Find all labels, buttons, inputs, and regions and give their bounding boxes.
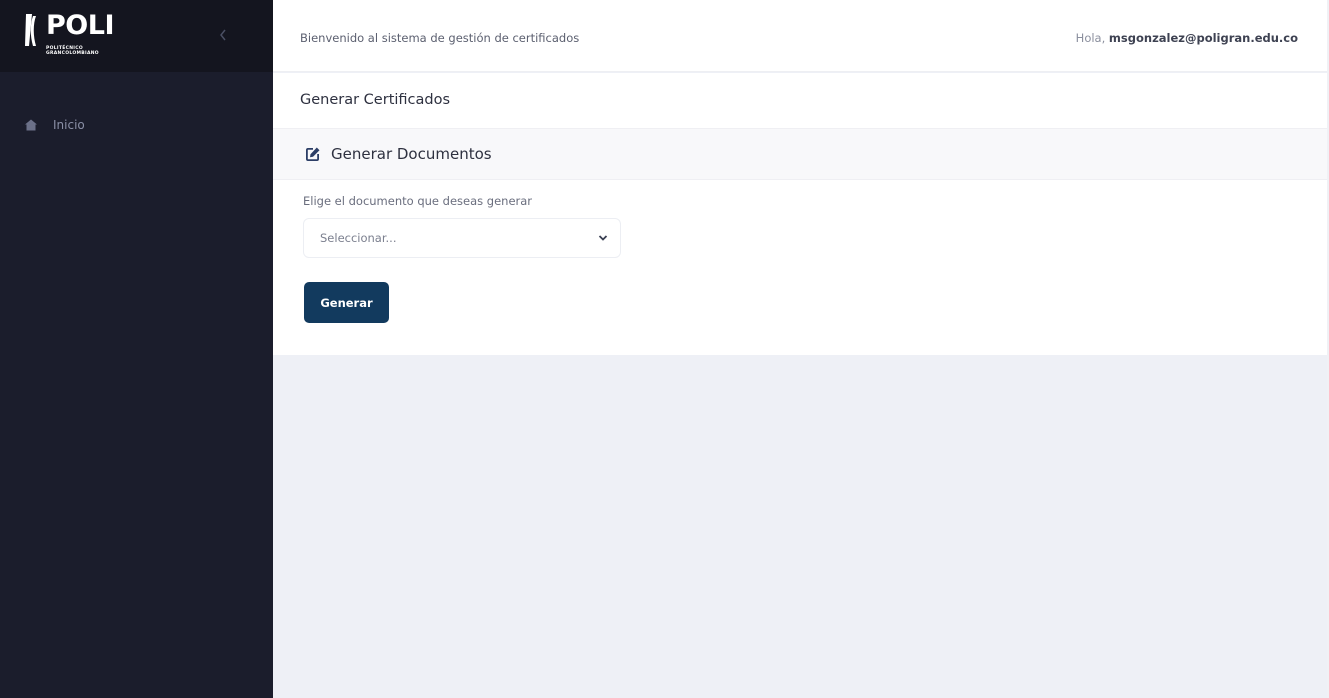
- document-type-select[interactable]: Seleccionar...: [303, 218, 621, 258]
- sidebar-item-label: Inicio: [53, 118, 85, 132]
- brand-tagline-line2: GRANCOLOMBIANO: [46, 51, 99, 56]
- collapse-sidebar-button[interactable]: [219, 26, 227, 45]
- home-icon: [25, 119, 37, 131]
- welcome-message: Bienvenido al sistema de gestión de cert…: [300, 31, 580, 45]
- top-bar: Bienvenido al sistema de gestión de cert…: [273, 0, 1329, 72]
- content-background: [273, 355, 1327, 698]
- sidebar-item-inicio[interactable]: Inicio: [0, 112, 273, 138]
- document-select-label: Elige el documento que deseas generar: [303, 194, 533, 208]
- chevron-down-icon: [598, 235, 608, 241]
- brand-tagline: POLITÉCNICO GRANCOLOMBIANO: [46, 46, 99, 56]
- generate-button[interactable]: Generar: [304, 282, 389, 323]
- logo-bar: POLI POLITÉCNICO GRANCOLOMBIANO: [0, 0, 273, 72]
- user-greeting[interactable]: Hola, msgonzalez@poligran.edu.co: [1076, 31, 1298, 45]
- sidebar: POLI POLITÉCNICO GRANCOLOMBIANO Inicio: [0, 0, 273, 698]
- main-panel: Generar Certificados Generar Documentos …: [273, 73, 1327, 355]
- brand-name: POLI: [46, 10, 115, 41]
- sidebar-nav: Inicio: [0, 112, 273, 138]
- brand-logo[interactable]: POLI POLITÉCNICO GRANCOLOMBIANO: [22, 10, 132, 65]
- user-email: msgonzalez@poligran.edu.co: [1108, 31, 1298, 45]
- card-header: Generar Documentos: [273, 128, 1327, 180]
- page-title: Generar Certificados: [300, 92, 451, 108]
- edit-icon: [306, 147, 320, 161]
- logo-mark-icon: [25, 14, 36, 46]
- chevron-left-icon: [220, 29, 226, 41]
- greeting-prefix: Hola,: [1075, 31, 1106, 45]
- select-value: Seleccionar...: [320, 231, 397, 245]
- card-title: Generar Documentos: [331, 145, 492, 163]
